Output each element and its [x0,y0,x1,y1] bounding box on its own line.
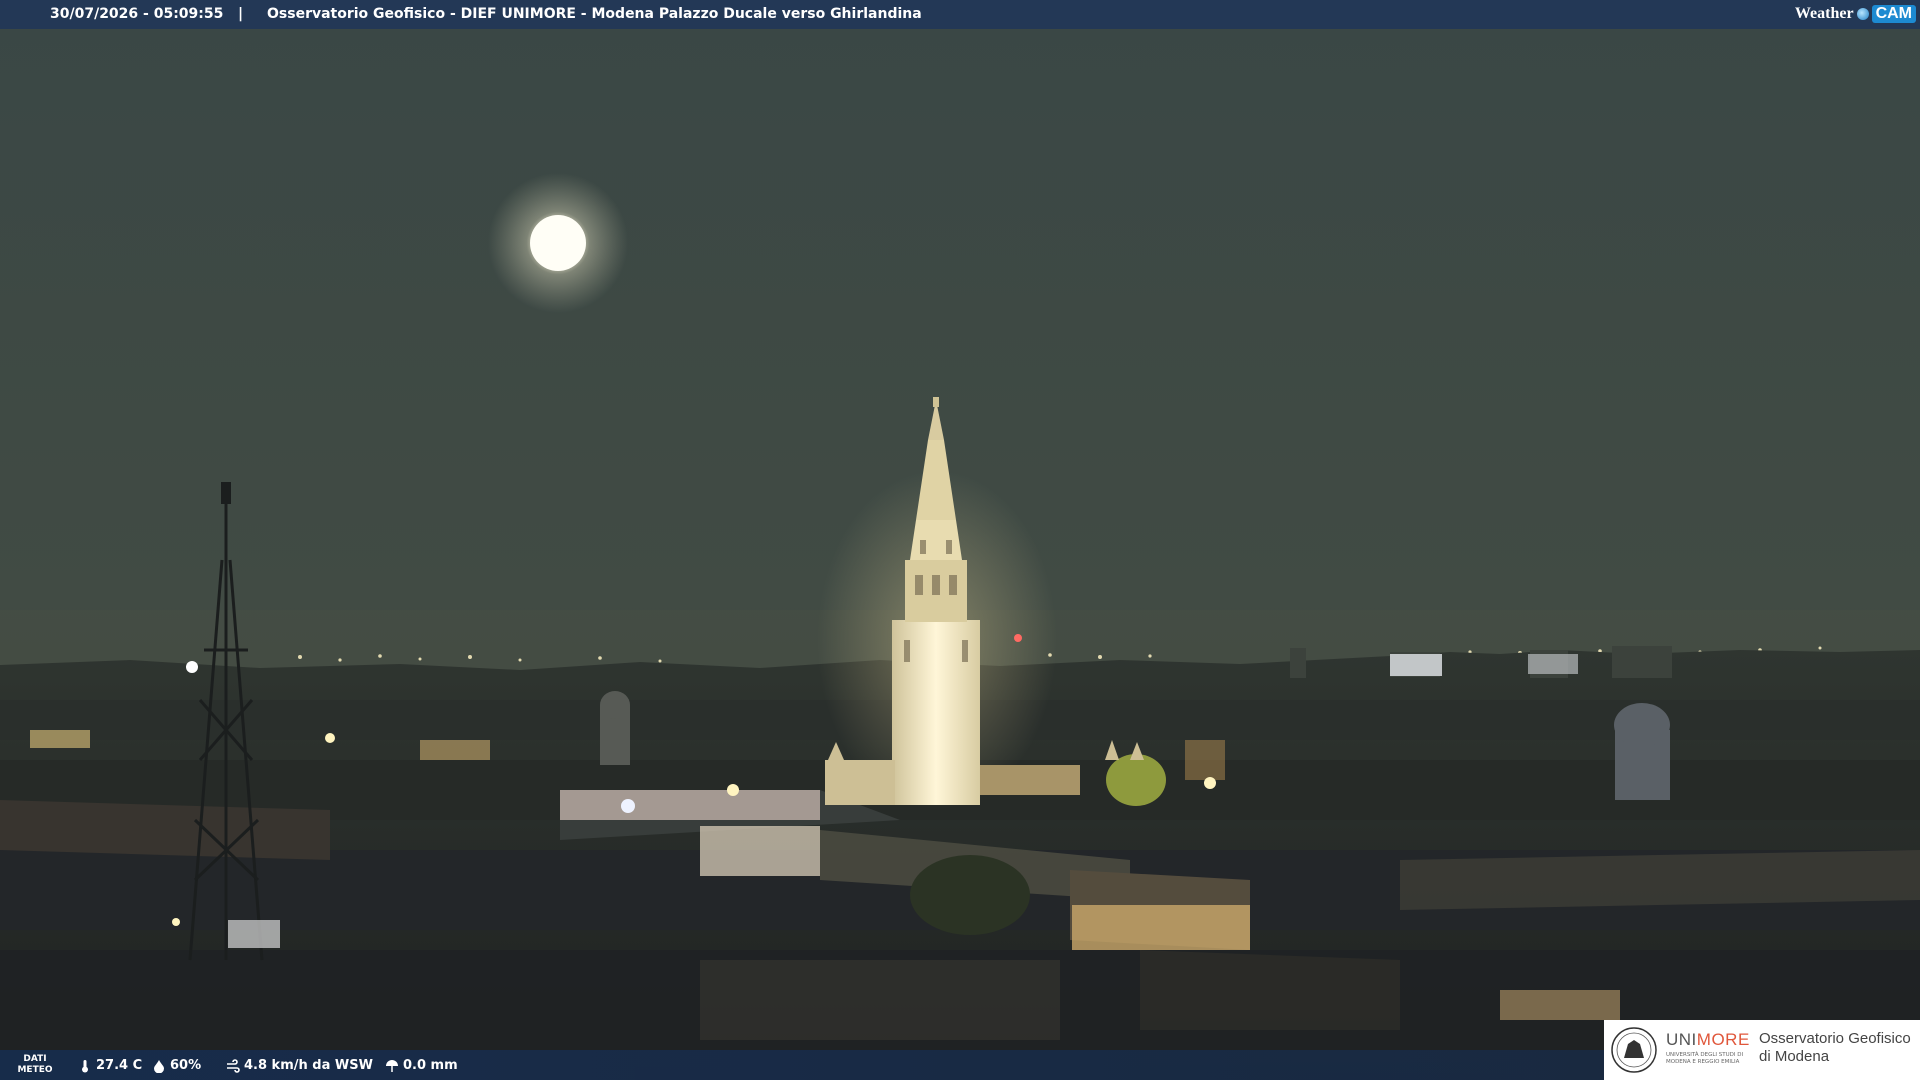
dome-left [600,691,630,765]
humidity-value: 60% [170,1058,202,1073]
humidity-drop-icon [154,1059,164,1073]
university-seal-icon [1611,1027,1657,1073]
temperature-value: 27.4 C [96,1058,143,1073]
camera-title: Osservatorio Geofisico - DIEF UNIMORE - … [267,6,922,22]
weathercam-logo: Weather CAM [1795,3,1916,25]
wind-readout: 4.8 km/h da WSW [226,1058,373,1073]
humidity-readout: 60% [152,1058,201,1073]
temperature-readout: 27.4 C [78,1058,142,1073]
weather-bar: DATI METEO 27.4 C 60% 4.8 km/h da WSW 0.… [0,1050,1604,1080]
tree-dark [910,855,1030,935]
unimore-subtitle: Università degli studi di Modena e Reggi… [1666,1052,1744,1065]
unimore-wordmark: UNIMORE [1666,1030,1750,1050]
thermometer-icon [82,1059,88,1072]
observatory-name: Osservatorio Geofisico di Modena [1759,1030,1911,1065]
rain-readout: 0.0 mm [385,1058,458,1073]
weathercam-logo-dot-icon [1856,8,1869,20]
wind-icon [227,1058,240,1073]
rain-gauge-icon [386,1059,398,1072]
tree [1106,754,1166,806]
webcam-scene [0,0,1920,1080]
antenna-base-box [228,920,280,948]
dome-right [1614,703,1670,800]
unimore-logo: UNIMORE Università degli studi di Modena… [1604,1020,1920,1080]
antenna-top [221,482,231,504]
weathercam-logo-weather: Weather [1794,5,1854,22]
title-bar: 30/07/2026 - 05:09:55 | Osservatorio Geo… [0,0,1920,29]
moon [530,215,586,271]
weathercam-logo-cam: CAM [1871,5,1916,23]
lit-building-right [1390,654,1442,676]
rain-value: 0.0 mm [403,1058,458,1073]
title-separator: | [238,6,244,22]
lit-building-far [1528,654,1578,674]
wind-value: 4.8 km/h da WSW [244,1058,373,1073]
unimore-wordmark-accent: MORE [1696,1030,1750,1049]
unimore-wordmark-plain: UNI [1666,1030,1697,1049]
timestamp: 30/07/2026 - 05:09:55 [50,6,224,22]
weather-label: DATI METEO [17,1054,53,1075]
